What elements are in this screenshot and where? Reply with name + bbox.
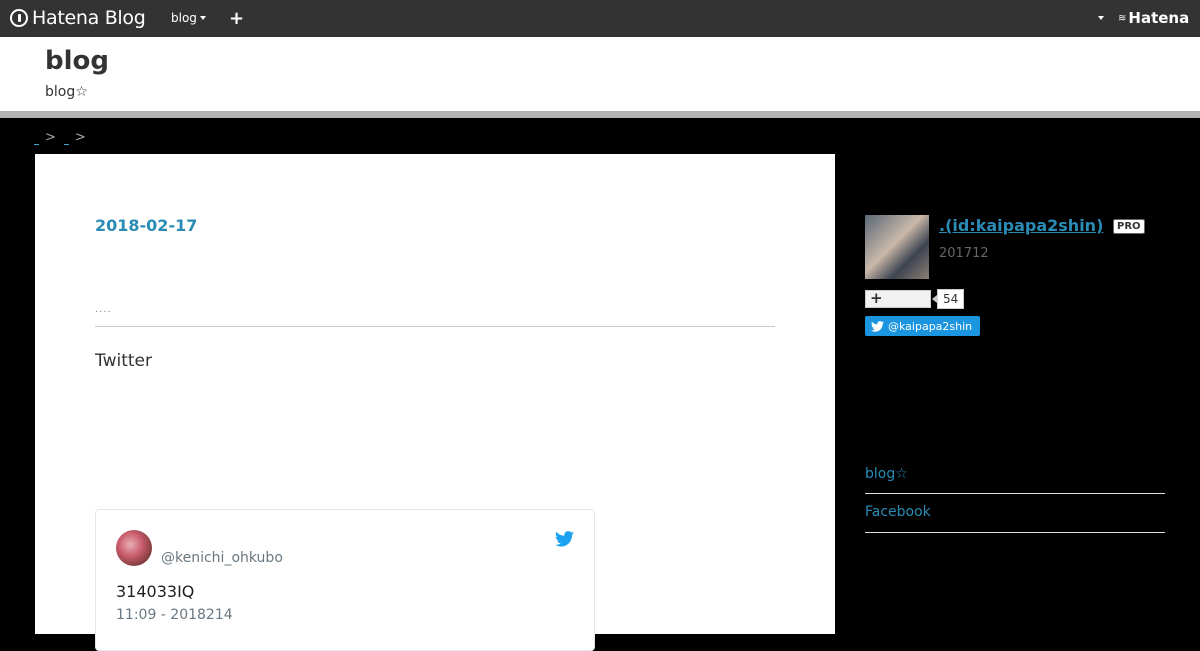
entry-heading-twitter: Twitter — [95, 351, 152, 371]
entry-card: 2018-02-17 .... Twitter @kenichi_ohkubo … — [35, 154, 835, 651]
tweet-author-handle[interactable]: @kenichi_ohkubo — [161, 550, 283, 566]
twitter-bird-icon[interactable] — [555, 531, 574, 547]
global-header: Hatena Blog blog + ≋ Hatena — [0, 0, 1200, 37]
tweet-timestamp[interactable]: 11:09 - 2018214 — [116, 607, 233, 623]
plus-icon: + — [870, 289, 883, 307]
tweet-author-avatar[interactable] — [116, 530, 152, 566]
breadcrumb-link-category[interactable] — [63, 130, 69, 145]
twitter-follow-button[interactable]: @kaipapa2shin — [865, 316, 980, 336]
sidebar-link-blog[interactable]: blog☆ — [865, 466, 908, 482]
blog-menu[interactable]: blog — [171, 11, 206, 25]
sidebar-divider — [865, 532, 1165, 533]
brand-text: Hatena Blog — [32, 7, 146, 29]
sidebar-link-facebook[interactable]: Facebook — [865, 504, 931, 520]
blog-header: blog blog☆ — [0, 37, 1200, 111]
profile-avatar[interactable] — [865, 215, 929, 279]
follow-button[interactable]: + — [865, 289, 931, 308]
hatena-text: Hatena — [1128, 9, 1190, 27]
pro-badge: PRO — [1113, 219, 1145, 234]
blog-menu-label: blog — [171, 11, 197, 25]
header-divider — [0, 111, 1200, 118]
breadcrumb: > > — [34, 130, 94, 145]
entry-ellipsis: .... — [95, 304, 112, 315]
twitter-bird-icon — [871, 320, 884, 332]
hatena-blog-icon — [10, 9, 28, 27]
twitter-follow-label: @kaipapa2shin — [888, 319, 973, 333]
hatena-mark-icon: ≋ — [1118, 12, 1127, 24]
breadcrumb-link-home[interactable] — [34, 130, 39, 145]
blog-description: blog☆ — [45, 84, 88, 100]
new-post-button[interactable]: + — [229, 8, 244, 29]
chevron-down-icon — [199, 16, 206, 20]
follower-count: 54 — [931, 289, 965, 309]
user-menu-chevron-down-icon[interactable] — [1098, 16, 1104, 20]
profile-since: 201712 — [939, 246, 989, 261]
breadcrumb-separator: > — [45, 130, 56, 145]
tweet-text: 314033IQ — [116, 582, 195, 601]
profile-name-link[interactable]: .(id:kaipapa2shin) — [939, 216, 1103, 235]
breadcrumb-separator: > — [74, 130, 86, 145]
hatena-blog-logo[interactable]: Hatena Blog — [10, 7, 146, 29]
entry-divider — [95, 326, 775, 327]
blog-title[interactable]: blog — [45, 46, 109, 76]
entry-date[interactable]: 2018-02-17 — [95, 216, 197, 235]
sidebar-divider — [865, 493, 1165, 494]
hatena-logo[interactable]: ≋ Hatena — [1118, 9, 1189, 27]
